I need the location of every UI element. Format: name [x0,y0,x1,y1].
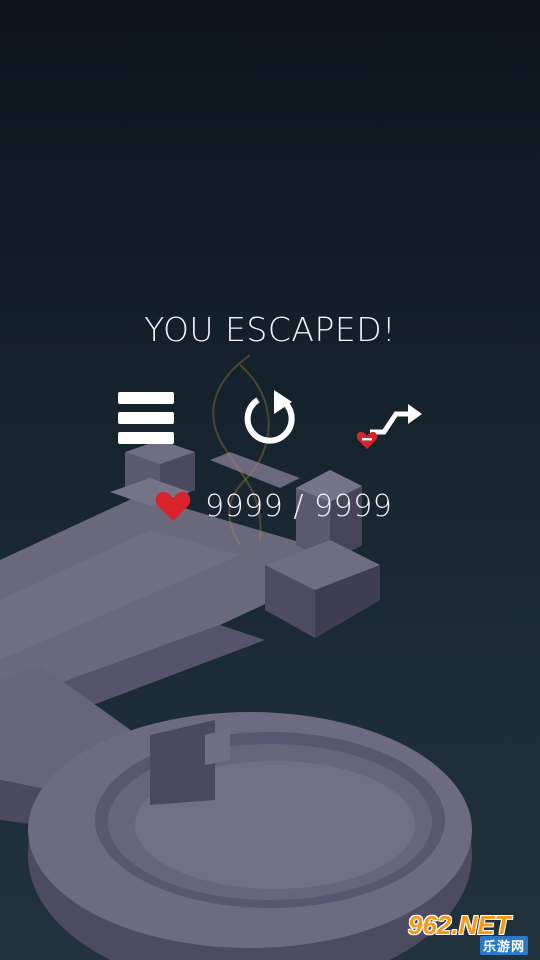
restart-button[interactable] [240,388,302,450]
lives-counter: 9999 / 9999 [155,486,392,526]
skip-level-button[interactable] [354,398,426,450]
site-watermark: 962.NET 乐游网 [400,910,538,956]
restart-arrow-icon [244,390,295,444]
heart-minus-icon [356,431,378,449]
menu-button[interactable] [118,390,174,448]
hamburger-menu-icon [118,390,174,448]
game-scene [0,354,472,960]
lives-text: 9999 / 9999 [205,488,393,524]
result-title: YOU ESCAPED! [144,310,396,349]
heart-icon [155,491,191,521]
watermark-subtext: 乐游网 [480,936,529,955]
